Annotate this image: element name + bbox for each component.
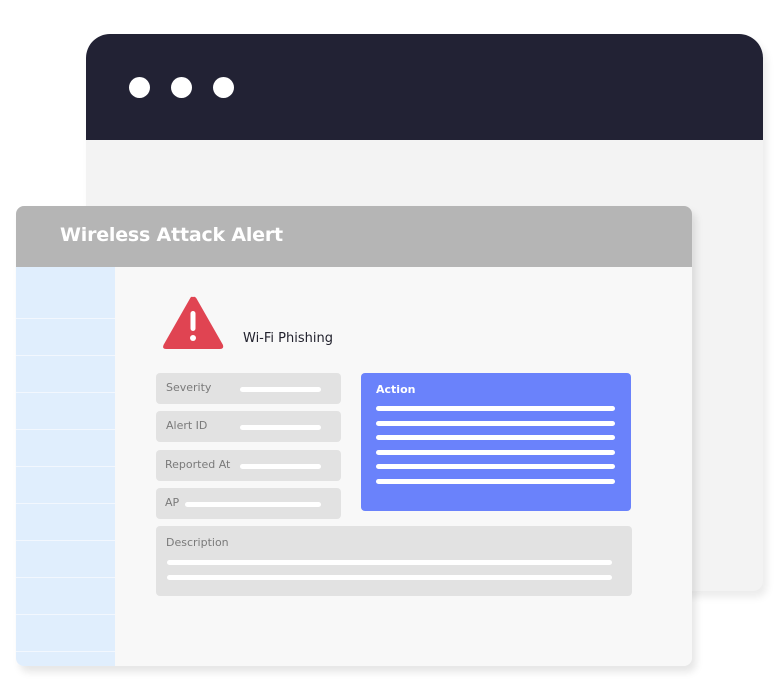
sidebar [16,267,115,666]
alert-type: Wi-Fi Phishing [243,331,333,346]
sidebar-item[interactable] [16,267,115,319]
action-text-line [376,464,615,469]
description-panel: Description [156,526,632,596]
field-value-placeholder [240,387,321,392]
action-text-line [376,450,615,455]
alert-id-field: Alert ID [156,411,341,442]
action-text-line [376,421,615,426]
field-value-placeholder [185,502,321,507]
reported-at-field: Reported At [156,450,341,481]
sidebar-item[interactable] [16,541,115,578]
alert-window-header: Wireless Attack Alert [16,206,692,267]
action-text-line [376,435,615,440]
field-value-placeholder [240,464,321,469]
window-control-dot-3[interactable] [213,77,234,98]
field-label: Severity [166,381,212,394]
alert-window-title: Wireless Attack Alert [60,224,283,246]
description-text-line [167,575,612,580]
sidebar-item[interactable] [16,319,115,356]
alert-window: Wireless Attack Alert Wi-Fi Phishing Sev… [16,206,692,666]
sidebar-item[interactable] [16,356,115,393]
field-label: AP [165,496,180,509]
window-titlebar [86,34,763,140]
window-control-dot-2[interactable] [171,77,192,98]
description-text-line [167,560,612,565]
action-label: Action [376,383,416,396]
ap-field: AP [156,488,341,519]
field-label: Reported At [165,458,231,471]
field-value-placeholder [240,425,321,430]
window-control-dot-1[interactable] [129,77,150,98]
sidebar-item[interactable] [16,615,115,652]
sidebar-item[interactable] [16,578,115,615]
sidebar-item[interactable] [16,430,115,467]
description-label: Description [166,536,229,549]
action-panel: Action [361,373,631,511]
action-text-line [376,479,615,484]
sidebar-item[interactable] [16,393,115,430]
field-label: Alert ID [166,419,208,432]
sidebar-item[interactable] [16,504,115,541]
severity-field: Severity [156,373,341,404]
action-text-line [376,406,615,411]
sidebar-item[interactable] [16,467,115,504]
warning-triangle-icon [163,296,224,349]
